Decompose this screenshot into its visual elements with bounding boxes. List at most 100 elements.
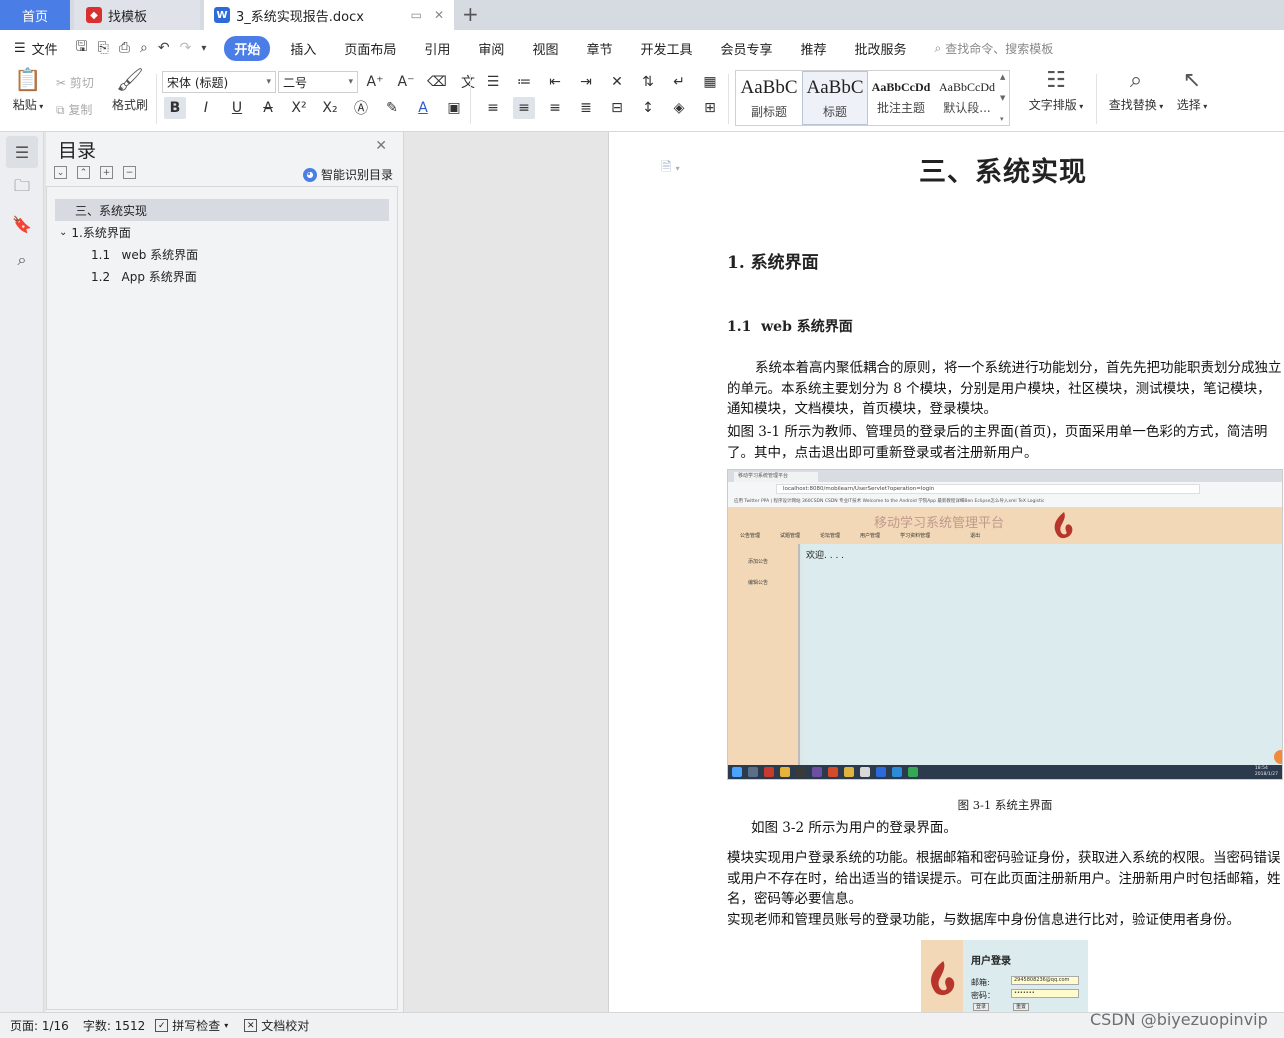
chapter-nav-icon[interactable]: 🗀 [6, 172, 38, 204]
style-title[interactable]: AaBbC 标题 [802, 71, 868, 125]
shading-icon[interactable]: ◈ [668, 97, 690, 119]
expand-gallery-icon[interactable]: ▾ [1000, 115, 1009, 123]
toc-panel-icon[interactable]: ☰ [6, 136, 38, 168]
text-effect-icon[interactable]: Ⓐ [350, 97, 372, 119]
sort-icon[interactable]: ⇅ [637, 71, 659, 93]
menu-tab-insert[interactable]: 插入 [276, 39, 330, 58]
style-default-paragraph[interactable]: AaBbCcDd 默认段... [934, 71, 1000, 125]
proofread-button[interactable]: ✕ 文档校对 [244, 1017, 309, 1034]
customize-dropdown-icon[interactable]: ▾ [201, 43, 206, 54]
shrink-font-icon[interactable]: A⁻ [395, 71, 417, 93]
toc-item[interactable]: 三、系统实现 [55, 199, 389, 221]
italic-icon[interactable]: I [195, 97, 217, 119]
menu-tab-recommend[interactable]: 推荐 [787, 39, 841, 58]
site-nav-item: 学习资料管理 [900, 533, 931, 539]
strikethrough-icon[interactable]: A [257, 97, 279, 119]
menu-tab-review[interactable]: 审阅 [464, 39, 518, 58]
paste-button[interactable]: 📋 粘贴 ▾ [10, 70, 46, 113]
tab-template[interactable]: ◆ 找模板 [74, 0, 200, 30]
bold-icon[interactable]: B [164, 97, 186, 119]
smart-toc-button[interactable]: ◕ 智能识别目录 [302, 166, 393, 183]
ribbon-divider [1096, 74, 1097, 124]
browser-url: localhost:8080/mobilearn/UserServlet?ope… [776, 484, 1200, 494]
superscript-icon[interactable]: X² [288, 97, 310, 119]
phonetic-guide-icon[interactable]: 文 [457, 71, 479, 93]
file-menu[interactable]: ☰ 文件 [14, 39, 58, 58]
decrease-indent-icon[interactable]: ⇤ [544, 71, 566, 93]
show-marks-icon[interactable]: ↵ [668, 71, 690, 93]
format-painter-button[interactable]: 🖌 格式刷 [110, 70, 150, 113]
pin-window-icon[interactable]: ▭ [411, 8, 422, 22]
menu-tab-member[interactable]: 会员专享 [706, 39, 786, 58]
tab-home[interactable]: 首页 [0, 0, 70, 30]
close-tab-icon[interactable]: ✕ [434, 8, 444, 22]
bookmark-icon[interactable]: 🔖 [6, 208, 38, 240]
toc-item[interactable]: 1.1 web 系统界面 [91, 243, 198, 265]
remove-heading-icon[interactable]: − [123, 166, 136, 179]
menu-tab-view[interactable]: 视图 [518, 39, 572, 58]
align-center-icon[interactable]: ≡ [513, 97, 535, 119]
chinese-layout-icon[interactable]: ✕ [606, 71, 628, 93]
numbered-list-icon[interactable]: ≔ [513, 71, 535, 93]
line-spacing-icon[interactable]: ↕ [637, 97, 659, 119]
copy-button[interactable]: ⧉ 复制 [56, 101, 92, 118]
font-name-select[interactable]: 宋体 (标题) ▾ [162, 71, 276, 93]
menu-tab-developer[interactable]: 开发工具 [626, 39, 706, 58]
align-right-icon[interactable]: ≡ [544, 97, 566, 119]
export-pdf-icon[interactable]: ⎘ [98, 40, 109, 56]
find-replace-button[interactable]: ⌕ 查找替换 ▾ [1106, 70, 1166, 113]
menu-tab-home[interactable]: 开始 [224, 35, 271, 61]
highlight-icon[interactable]: ✎ [381, 97, 403, 119]
undo-icon[interactable]: ↶ [158, 40, 170, 56]
clear-format-icon[interactable]: ⌫ [426, 71, 448, 93]
char-border-icon[interactable]: ▣ [443, 97, 465, 119]
paragraph-menu-icon[interactable]: 🗎 ▾ [661, 158, 680, 180]
chevron-down-icon[interactable]: ⌄ [59, 227, 67, 238]
chevron-up-icon[interactable]: ▲ [1000, 73, 1009, 81]
spell-check-button[interactable]: ✓ 拼写检查 ▾ [155, 1017, 228, 1034]
site-header: 移动学习系统管理平台 公告管理 试题管理 论坛管理 用户管理 学习资料管理 退出 [728, 508, 1282, 544]
checkbox-icon: ✓ [155, 1019, 169, 1032]
new-tab-button[interactable]: + [462, 2, 479, 26]
document-page[interactable]: 🗎 ▾ 三、系统实现 1. 系统界面 1.1 web 系统界面 系统本着高内聚低… [608, 132, 1284, 1012]
command-search[interactable]: ⌕ 查找命令、搜索模板 [935, 40, 1054, 57]
chevron-down-icon[interactable]: ▼ [1000, 94, 1009, 102]
table-grid-icon[interactable]: ▦ [699, 71, 721, 93]
menu-tab-chapter[interactable]: 章节 [572, 39, 626, 58]
borders-icon[interactable]: ⊞ [699, 97, 721, 119]
font-color-icon[interactable]: A [412, 97, 434, 119]
distributed-icon[interactable]: ⊟ [606, 97, 628, 119]
save-icon[interactable]: 🖫 [76, 36, 88, 60]
style-subtitle[interactable]: AaBbC 副标题 [736, 71, 802, 125]
menu-tab-layout[interactable]: 页面布局 [330, 39, 410, 58]
tab-document[interactable]: W 3_系统实现报告.docx ▭ ✕ [204, 0, 454, 30]
align-left-icon[interactable]: ≡ [482, 97, 504, 119]
increase-indent-icon[interactable]: ⇥ [575, 71, 597, 93]
menu-tab-correction[interactable]: 批改服务 [841, 39, 921, 58]
page-counter[interactable]: 页面: 1/16 [10, 1017, 69, 1034]
text-layout-button[interactable]: ☷ 文字排版 ▾ [1026, 70, 1086, 113]
expand-all-icon[interactable]: ⌄ [54, 166, 67, 179]
print-icon[interactable]: ⎙ [119, 40, 130, 56]
close-icon[interactable]: ✕ [375, 138, 387, 154]
redo-icon[interactable]: ↷ [180, 40, 192, 56]
font-size-select[interactable]: 二号 ▾ [278, 71, 358, 93]
styles-scroll[interactable]: ▲ ▼ ▾ [1000, 71, 1009, 125]
add-heading-icon[interactable]: + [100, 166, 113, 179]
bullet-list-icon[interactable]: ☰ [482, 71, 504, 93]
grow-font-icon[interactable]: A⁺ [364, 71, 386, 93]
select-button[interactable]: ↖ 选择 ▾ [1174, 70, 1210, 113]
toc-item[interactable]: 1.2 App 系统界面 [91, 265, 197, 287]
cut-button[interactable]: ✂ 剪切 [56, 74, 94, 91]
paragraph-tools-row-2: ≡ ≡ ≡ ≣ ⊟ ↕ ◈ ⊞ [482, 97, 721, 119]
print-preview-icon[interactable]: ⌕ [140, 40, 148, 56]
justify-icon[interactable]: ≣ [575, 97, 597, 119]
collapse-all-icon[interactable]: ⌃ [77, 166, 90, 179]
subscript-icon[interactable]: X₂ [319, 97, 341, 119]
search-icon[interactable]: ⌕ [6, 244, 38, 276]
word-count[interactable]: 字数: 1512 [83, 1017, 145, 1034]
underline-icon[interactable]: U [226, 97, 248, 119]
menu-tab-references[interactable]: 引用 [410, 39, 464, 58]
style-comment-subject[interactable]: AaBbCcDd 批注主题 [868, 71, 934, 125]
toc-item[interactable]: ⌄ 1.系统界面 [59, 221, 131, 243]
